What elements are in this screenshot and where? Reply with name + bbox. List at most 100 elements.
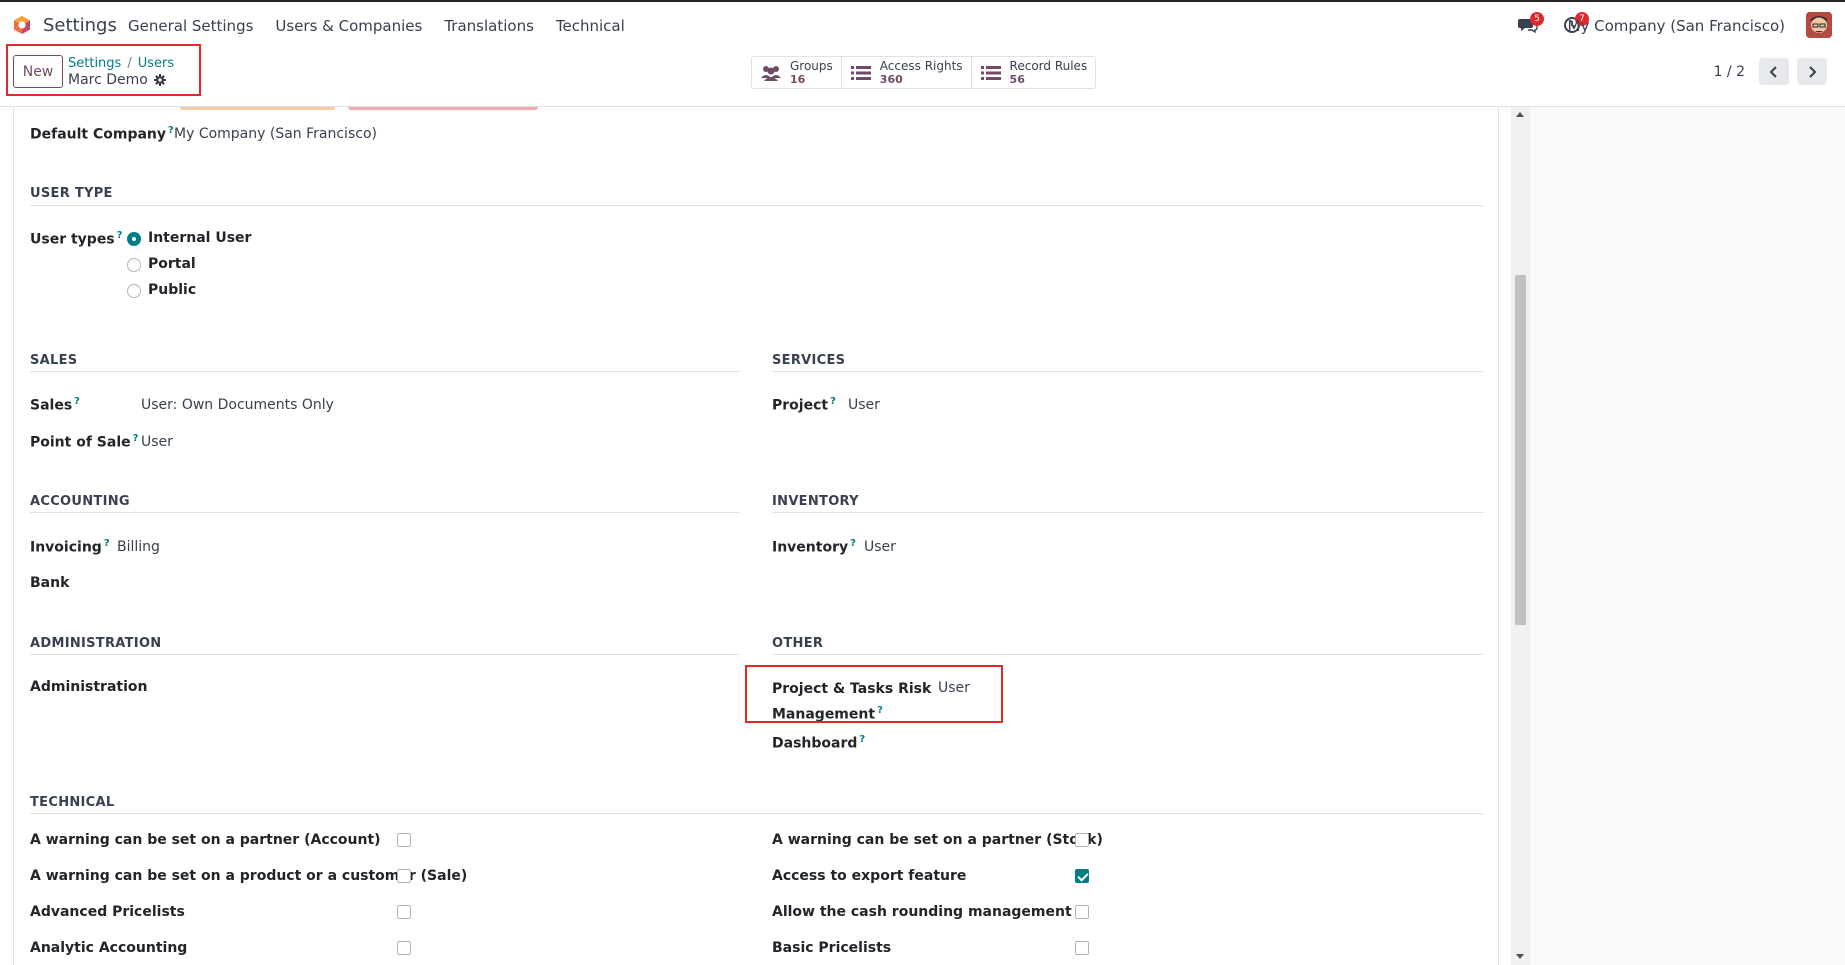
avatar-face-icon [1806, 12, 1832, 38]
tech-left-checkbox-2[interactable] [397, 905, 411, 919]
pager: 1 / 2 [1714, 58, 1827, 85]
technical-section-title: TECHNICAL [30, 795, 115, 810]
user-avatar[interactable] [1806, 12, 1832, 38]
messages-button[interactable]: 5 [1518, 12, 1544, 36]
help-icon[interactable]: ? [104, 538, 110, 549]
section-divider [30, 205, 1483, 206]
tech-left-label-3: Analytic Accounting [30, 940, 188, 956]
smart-buttons: Groups 16 Access Rights 360 Record Rules… [751, 56, 1097, 89]
default-company-value[interactable]: My Company (San Francisco) [174, 126, 377, 142]
help-icon[interactable]: ? [850, 538, 856, 549]
other-section-title: OTHER [772, 636, 824, 651]
tech-left-label-2: Advanced Pricelists [30, 904, 185, 920]
tech-right-label-3: Basic Pricelists [772, 940, 892, 956]
access-rights-smart-button[interactable]: Access Rights 360 [842, 57, 972, 88]
help-icon[interactable]: ? [859, 734, 865, 745]
administration-section-title: ADMINISTRATION [30, 636, 162, 651]
tech-right-label-1: Access to export feature [772, 868, 967, 884]
inventory-section-title: INVENTORY [772, 494, 859, 509]
radio-portal[interactable] [127, 258, 141, 272]
chevron-right-icon [1809, 65, 1817, 78]
radio-public[interactable] [127, 284, 141, 298]
cut-off-tag [180, 107, 335, 110]
default-company-label: Default Company? [30, 125, 174, 143]
invoicing-label: Invoicing? [30, 538, 110, 556]
point-of-sale-value[interactable]: User [141, 434, 173, 450]
section-divider [30, 654, 740, 655]
help-icon[interactable]: ? [168, 125, 174, 136]
chatter-area [1530, 107, 1845, 965]
help-icon[interactable]: ? [74, 396, 80, 407]
project-label: Project? [772, 396, 836, 414]
tech-right-checkbox-2[interactable] [1075, 905, 1089, 919]
help-icon[interactable]: ? [117, 230, 123, 241]
menu-technical[interactable]: Technical [556, 17, 625, 35]
project-value[interactable]: User [848, 397, 880, 413]
section-divider [30, 371, 740, 372]
pager-previous-button[interactable] [1759, 58, 1789, 85]
form-scrollbar[interactable] [1511, 107, 1530, 965]
inventory-value[interactable]: User [864, 539, 896, 555]
radio-public-label[interactable]: Public [148, 282, 196, 298]
sales-label: Sales? [30, 396, 80, 414]
section-divider [772, 654, 1483, 655]
main-navbar: Settings General Settings Users & Compan… [0, 2, 1845, 47]
risk-field-highlight-box [745, 665, 1003, 723]
invoicing-value[interactable]: Billing [117, 539, 160, 555]
sales-value[interactable]: User: Own Documents Only [141, 397, 334, 413]
tech-right-label-0: A warning can be set on a partner (Stock… [772, 832, 1103, 848]
messages-count-badge: 5 [1530, 12, 1544, 26]
help-icon[interactable]: ? [133, 433, 139, 444]
radio-portal-label[interactable]: Portal [148, 256, 196, 272]
services-section-title: SERVICES [772, 353, 846, 368]
groups-smart-button[interactable]: Groups 16 [752, 57, 842, 88]
scroll-thumb[interactable] [1515, 275, 1526, 625]
top-menu: General Settings Users & Companies Trans… [128, 17, 647, 35]
user-type-section-title: USER TYPE [30, 186, 113, 201]
point-of-sale-label: Point of Sale? [30, 433, 139, 451]
scroll-down-arrow[interactable] [1516, 954, 1524, 959]
dashboard-label: Dashboard? [772, 734, 866, 752]
section-divider [30, 512, 740, 513]
access-rights-label: Access Rights [879, 58, 963, 73]
bank-label: Bank [30, 575, 70, 591]
tech-right-checkbox-0[interactable] [1075, 833, 1089, 847]
section-divider [30, 813, 1483, 814]
tech-right-label-2: Allow the cash rounding management [772, 904, 1072, 920]
menu-translations[interactable]: Translations [444, 17, 534, 35]
help-icon[interactable]: ? [830, 396, 836, 407]
menu-users-companies[interactable]: Users & Companies [275, 17, 422, 35]
record-rules-smart-button[interactable]: Record Rules 56 [972, 57, 1096, 88]
administration-label: Administration [30, 679, 148, 695]
pager-next-button[interactable] [1797, 58, 1827, 85]
section-divider [772, 512, 1483, 513]
section-divider [772, 371, 1483, 372]
radio-internal-user[interactable] [127, 232, 141, 246]
record-rules-label: Record Rules [1009, 58, 1088, 73]
access-rights-count: 360 [879, 72, 903, 86]
company-switcher[interactable]: My Company (San Francisco) [1568, 17, 1785, 35]
chevron-left-icon [1769, 65, 1777, 78]
groups-count: 16 [790, 72, 806, 86]
inventory-label: Inventory? [772, 538, 856, 556]
odoo-logo-icon[interactable] [12, 15, 32, 35]
radio-internal-user-label[interactable]: Internal User [148, 230, 251, 246]
menu-general-settings[interactable]: General Settings [128, 17, 253, 35]
scroll-up-arrow[interactable] [1516, 112, 1524, 117]
accounting-section-title: ACCOUNTING [30, 494, 130, 509]
breadcrumb-highlight-box [6, 44, 201, 96]
tech-right-checkbox-3[interactable] [1075, 941, 1089, 955]
tech-left-checkbox-1[interactable] [397, 869, 411, 883]
app-name[interactable]: Settings [43, 15, 117, 36]
tech-right-checkbox-1[interactable] [1075, 869, 1089, 883]
tech-left-checkbox-3[interactable] [397, 941, 411, 955]
pager-value[interactable]: 1 / 2 [1714, 64, 1745, 80]
sales-section-title: SALES [30, 353, 78, 368]
groups-label: Groups [790, 58, 833, 73]
list-icon [980, 65, 1001, 80]
record-rules-count: 56 [1009, 72, 1025, 86]
tech-left-label-0: A warning can be set on a partner (Accou… [30, 832, 381, 848]
cut-off-tag [348, 107, 538, 110]
list-icon [850, 65, 871, 80]
tech-left-checkbox-0[interactable] [397, 833, 411, 847]
